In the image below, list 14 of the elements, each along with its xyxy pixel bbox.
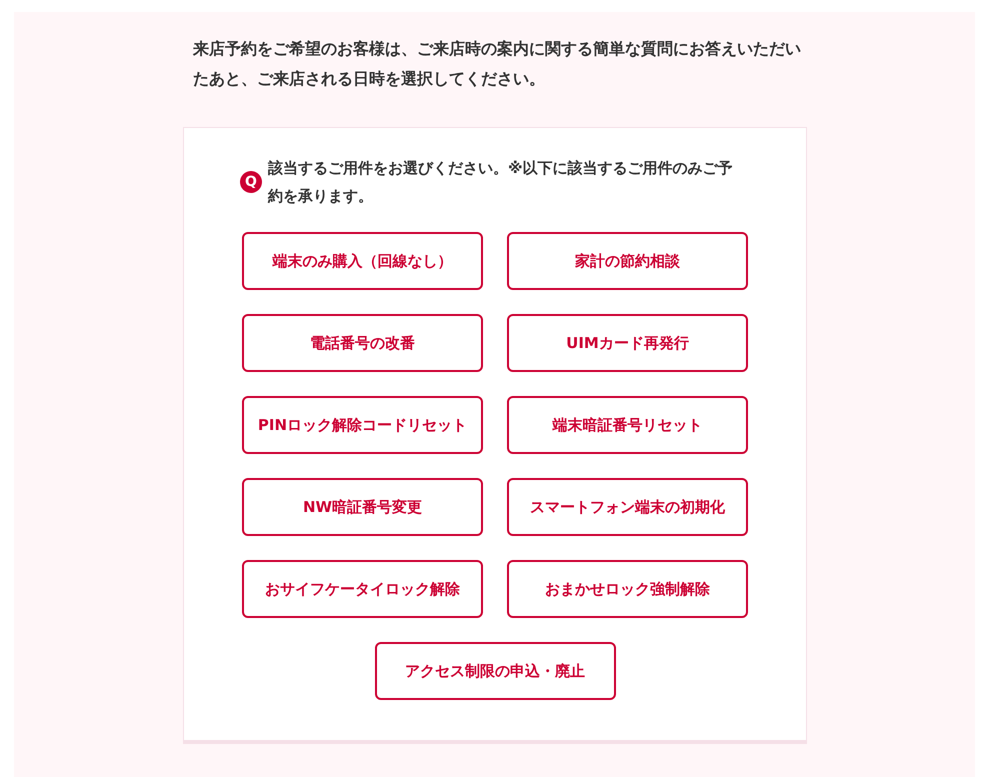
option-button[interactable]: 電話番号の改番 — [242, 314, 483, 372]
option-button[interactable]: おサイフケータイロック解除 — [242, 560, 483, 618]
option-button[interactable]: 端末のみ購入（回線なし） — [242, 232, 483, 290]
question-text: 該当するご用件をお選びください。※以下に該当するご用件のみご予約を承ります。 — [268, 158, 734, 207]
option-button[interactable]: 家計の節約相談 — [507, 232, 748, 290]
option-button[interactable]: NW暗証番号変更 — [242, 478, 483, 536]
intro-text: 来店予約をご希望のお客様は、ご来店時の案内に関する簡単な質問にお答えいただいたあと、ご来店される日時を選択してください。 — [193, 38, 802, 90]
option-button[interactable]: UIMカード再発行 — [507, 314, 748, 372]
option-button[interactable]: スマートフォン端末の初期化 — [507, 478, 748, 536]
option-button[interactable]: おまかせロック強制解除 — [507, 560, 748, 618]
option-button[interactable]: PINロック解除コードリセット — [242, 396, 483, 454]
option-button[interactable]: アクセス制限の申込・廃止 — [374, 642, 616, 700]
option-button[interactable]: 端末暗証番号リセット — [507, 396, 748, 454]
question-mark-icon: Q — [240, 171, 262, 193]
